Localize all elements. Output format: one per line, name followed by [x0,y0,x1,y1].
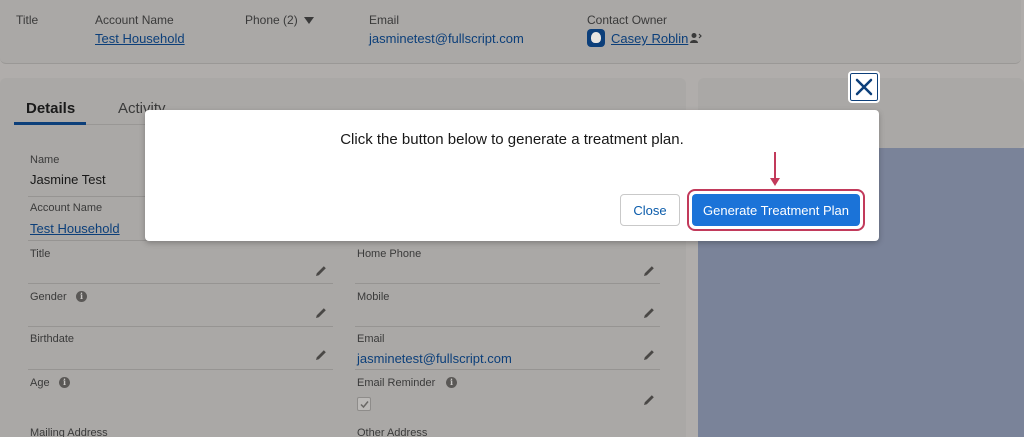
home-phone-label: Home Phone [357,248,422,260]
divider [28,369,333,370]
account-name-link[interactable]: Test Household [30,221,120,236]
close-button[interactable]: Close [620,194,680,226]
edit-title-pencil-icon[interactable] [314,264,328,278]
email-label: Email [357,333,385,345]
name-value: Jasmine Test [30,172,106,187]
header-contact-owner-label: Contact Owner [587,13,668,27]
title-label: Title [30,248,51,260]
header-contact-owner-link[interactable]: Casey Roblin [611,31,688,46]
edit-gender-pencil-icon[interactable] [314,306,328,320]
caret-down-icon [303,17,314,25]
owner-avatar [587,29,605,47]
active-tab-indicator [14,122,86,125]
header-email-link[interactable]: jasminetest@fullscript.com [369,31,524,46]
modal-close-button[interactable] [848,71,880,103]
edit-birthdate-pencil-icon[interactable] [314,348,328,362]
name-label: Name [30,154,60,166]
divider [355,283,660,284]
tab-details[interactable]: Details [26,100,75,117]
edit-home-phone-pencil-icon[interactable] [642,264,656,278]
age-info-icon[interactable]: i [59,377,70,388]
other-address-label: Other Address [357,427,428,437]
header-title-label: Title [16,13,39,27]
mobile-label: Mobile [357,291,390,303]
header-phone-label: Phone (2) [245,13,298,27]
divider [355,326,660,327]
email-reminder-checkbox[interactable] [357,397,371,411]
divider [28,326,333,327]
divider [28,283,333,284]
gender-label: Gender [30,291,67,303]
email-reminder-info-icon[interactable]: i [446,377,457,388]
header-account-name-link[interactable]: Test Household [95,31,185,46]
close-icon [855,78,873,96]
edit-mobile-pencil-icon[interactable] [642,306,656,320]
email-reminder-label: Email Reminder [357,377,436,389]
divider [355,369,660,370]
email-link[interactable]: jasminetest@fullscript.com [357,351,512,366]
account-name-label: Account Name [30,202,103,214]
gender-info-icon[interactable]: i [76,291,87,302]
header-phone-dropdown[interactable]: Phone (2) [245,13,314,27]
header-account-name-label: Account Name [95,13,174,27]
change-owner-icon[interactable] [690,32,702,47]
arrow-down-icon [770,152,780,186]
mailing-address-label: Mailing Address [30,427,108,437]
header-email-label: Email [369,13,400,27]
edit-email-pencil-icon[interactable] [642,348,656,362]
record-header: Title Account Name Test Household Phone … [0,0,1021,64]
age-label: Age [30,377,50,389]
edit-email-reminder-pencil-icon[interactable] [642,393,656,407]
modal-message: Click the button below to generate a tre… [340,131,684,148]
birthdate-label: Birthdate [30,333,75,345]
generate-treatment-plan-button[interactable]: Generate Treatment Plan [692,194,860,226]
